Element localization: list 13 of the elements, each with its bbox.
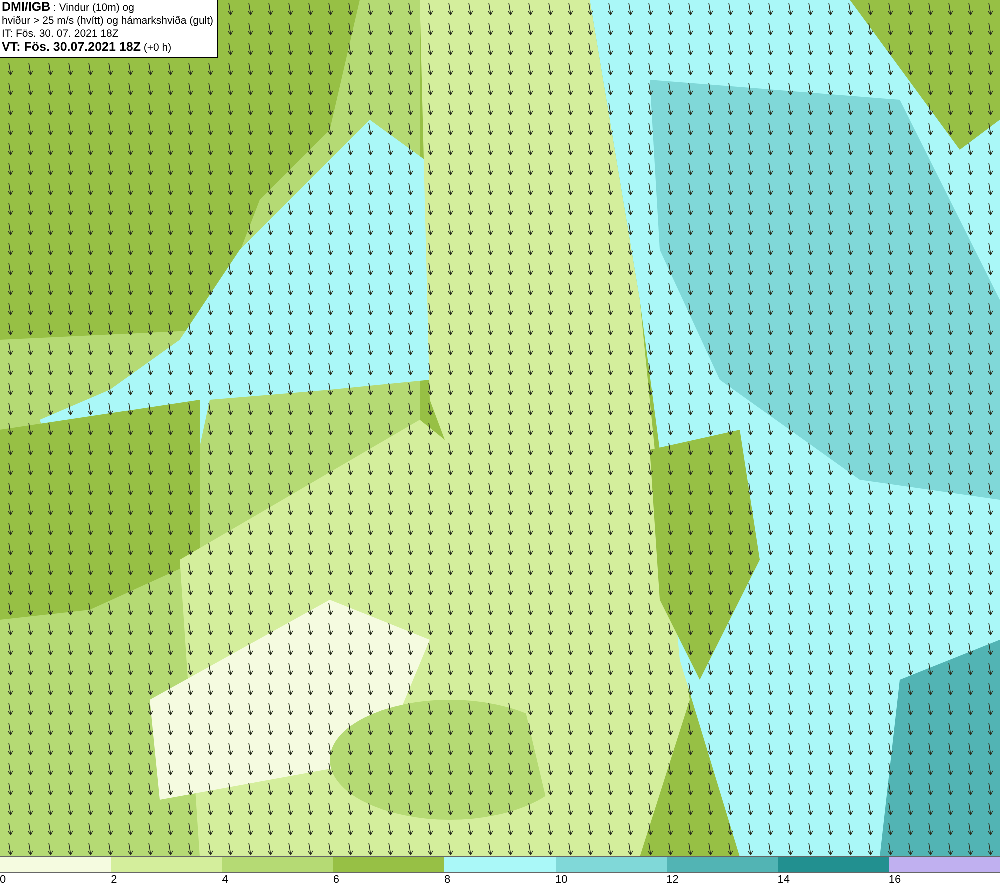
legend-tick-label: 4 (222, 873, 228, 887)
title-line: IT: Fös. 30. 07. 2021 18Z (2, 28, 120, 41)
title-line: DMI/IGB : Vindur (10m) og (2, 1, 136, 15)
legend-tick-label: 12 (666, 873, 679, 887)
legend-tick-label: 0 (0, 873, 6, 887)
legend-tick-label: 16 (888, 873, 902, 887)
legend-tick-label: 8 (444, 873, 451, 887)
title-line: hviður > 25 m/s (hvítt) og hámarkshviða (gult) (2, 15, 214, 28)
legend-tick-label: 10 (556, 873, 568, 887)
title-line: VT: Fös. 30.07.2021 18Z (+0 h) (2, 41, 173, 55)
legend-tick-label: 14 (778, 873, 790, 887)
legend-tick-label: 2 (111, 873, 118, 887)
legend-tick-label: 6 (333, 873, 340, 887)
